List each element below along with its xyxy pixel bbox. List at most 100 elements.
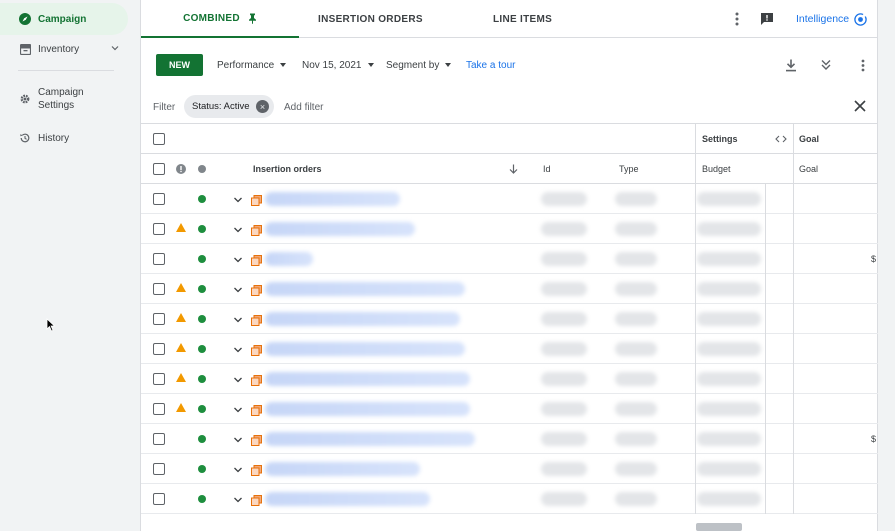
goal-column-header[interactable]: Goal — [799, 154, 818, 184]
sort-arrow-icon[interactable] — [509, 154, 518, 184]
expand-row-icon[interactable] — [233, 192, 243, 210]
table-row[interactable]: $ — [141, 424, 879, 454]
type-cell-redacted — [615, 432, 657, 446]
row-checkbox[interactable] — [153, 253, 165, 265]
insertion-order-name-redacted[interactable] — [265, 492, 430, 506]
performance-dropdown[interactable]: Performance — [217, 54, 287, 76]
id-cell-redacted — [541, 432, 587, 446]
row-checkbox[interactable] — [153, 493, 165, 505]
table-row[interactable] — [141, 214, 879, 244]
expand-all-icon[interactable] — [820, 54, 832, 76]
sidebar-item-inventory[interactable]: Inventory — [0, 38, 128, 60]
add-filter-input[interactable]: Add filter — [284, 90, 323, 124]
expand-row-icon[interactable] — [233, 342, 243, 360]
name-column-header[interactable]: Insertion orders — [253, 154, 322, 184]
id-column-header[interactable]: Id — [543, 154, 551, 184]
status-active-icon — [198, 195, 206, 203]
table-row[interactable]: $ — [141, 244, 879, 274]
insertion-order-name-redacted[interactable] — [265, 342, 465, 356]
budget-column-header[interactable]: Budget — [702, 154, 731, 184]
insertion-order-name-redacted[interactable] — [265, 282, 465, 296]
insertion-order-icon — [251, 283, 262, 301]
expand-row-icon[interactable] — [233, 372, 243, 390]
expand-row-icon[interactable] — [233, 282, 243, 300]
select-all-checkbox[interactable] — [153, 133, 165, 145]
tab-line-items[interactable]: LINE ITEMS — [493, 0, 552, 38]
insertion-order-icon — [251, 433, 262, 451]
insertion-order-name-redacted[interactable] — [265, 372, 470, 386]
insertion-order-name-redacted[interactable] — [265, 252, 313, 266]
download-icon[interactable] — [785, 54, 797, 76]
expand-row-icon[interactable] — [233, 252, 243, 270]
type-cell-redacted — [615, 252, 657, 266]
insertion-order-name-redacted[interactable] — [265, 432, 475, 446]
row-checkbox[interactable] — [153, 193, 165, 205]
status-active-icon — [198, 465, 206, 473]
date-dropdown[interactable]: Nov 15, 2021 — [302, 54, 374, 76]
table-row[interactable] — [141, 334, 879, 364]
status-active-icon — [198, 255, 206, 263]
horizontal-scrollbar[interactable] — [696, 523, 742, 531]
sidebar-item-campaign-settings[interactable]: Campaign Settings — [0, 84, 128, 114]
id-cell-redacted — [541, 192, 587, 206]
expand-row-icon[interactable] — [233, 222, 243, 240]
new-button[interactable]: NEW — [156, 54, 203, 76]
insertion-order-icon — [251, 253, 262, 271]
take-a-tour-link[interactable]: Take a tour — [466, 54, 515, 76]
type-column-header[interactable]: Type — [619, 154, 639, 184]
dropdown-label: Performance — [217, 59, 275, 71]
row-checkbox[interactable] — [153, 403, 165, 415]
remove-filter-icon[interactable]: × — [256, 100, 269, 113]
intelligence-button[interactable]: Intelligence — [796, 0, 867, 38]
expand-row-icon[interactable] — [233, 462, 243, 480]
table-row[interactable] — [141, 274, 879, 304]
table-row[interactable] — [141, 184, 879, 214]
warning-icon — [176, 223, 186, 232]
row-checkbox[interactable] — [153, 313, 165, 325]
budget-cell-redacted — [697, 402, 761, 416]
budget-cell-redacted — [697, 312, 761, 326]
id-cell-redacted — [541, 372, 587, 386]
select-all-rows-checkbox[interactable] — [153, 163, 165, 175]
goal-value: $ — [871, 254, 877, 264]
expand-row-icon[interactable] — [233, 492, 243, 510]
table-row[interactable] — [141, 364, 879, 394]
toolbar: NEW Performance Nov 15, 2021 Segment by … — [141, 38, 879, 90]
segment-dropdown[interactable]: Segment by — [386, 54, 452, 76]
insertion-order-name-redacted[interactable] — [265, 402, 470, 416]
table-row[interactable] — [141, 394, 879, 424]
warning-column-icon — [176, 164, 186, 176]
insertion-order-name-redacted[interactable] — [265, 312, 460, 326]
more-vert-icon[interactable] — [861, 54, 865, 76]
tab-combined[interactable]: COMBINED — [141, 0, 299, 38]
sidebar-item-campaign[interactable]: Campaign — [0, 3, 128, 35]
table-row[interactable] — [141, 454, 879, 484]
row-checkbox[interactable] — [153, 373, 165, 385]
tab-insertion-orders[interactable]: INSERTION ORDERS — [318, 0, 423, 38]
expand-row-icon[interactable] — [233, 432, 243, 450]
table-row[interactable] — [141, 304, 879, 334]
sidebar-item-history[interactable]: History — [0, 128, 128, 148]
feedback-icon[interactable] — [760, 0, 774, 38]
insertion-order-name-redacted[interactable] — [265, 222, 415, 236]
row-checkbox[interactable] — [153, 463, 165, 475]
status-filter-chip[interactable]: Status: Active × — [184, 95, 274, 118]
row-checkbox[interactable] — [153, 343, 165, 355]
column-divider — [793, 244, 794, 274]
insertion-order-icon — [251, 313, 262, 331]
insertion-order-name-redacted[interactable] — [265, 192, 400, 206]
chevron-down-icon[interactable] — [110, 43, 120, 56]
row-checkbox[interactable] — [153, 283, 165, 295]
code-view-icon[interactable] — [775, 124, 787, 154]
table-row[interactable] — [141, 484, 879, 514]
more-vert-icon[interactable] — [735, 0, 739, 38]
column-divider — [793, 304, 794, 334]
row-checkbox[interactable] — [153, 223, 165, 235]
insertion-order-icon — [251, 193, 262, 211]
expand-row-icon[interactable] — [233, 312, 243, 330]
close-icon[interactable] — [853, 99, 867, 118]
row-checkbox[interactable] — [153, 433, 165, 445]
goal-value: $ — [871, 434, 877, 444]
expand-row-icon[interactable] — [233, 402, 243, 420]
insertion-order-name-redacted[interactable] — [265, 462, 420, 476]
